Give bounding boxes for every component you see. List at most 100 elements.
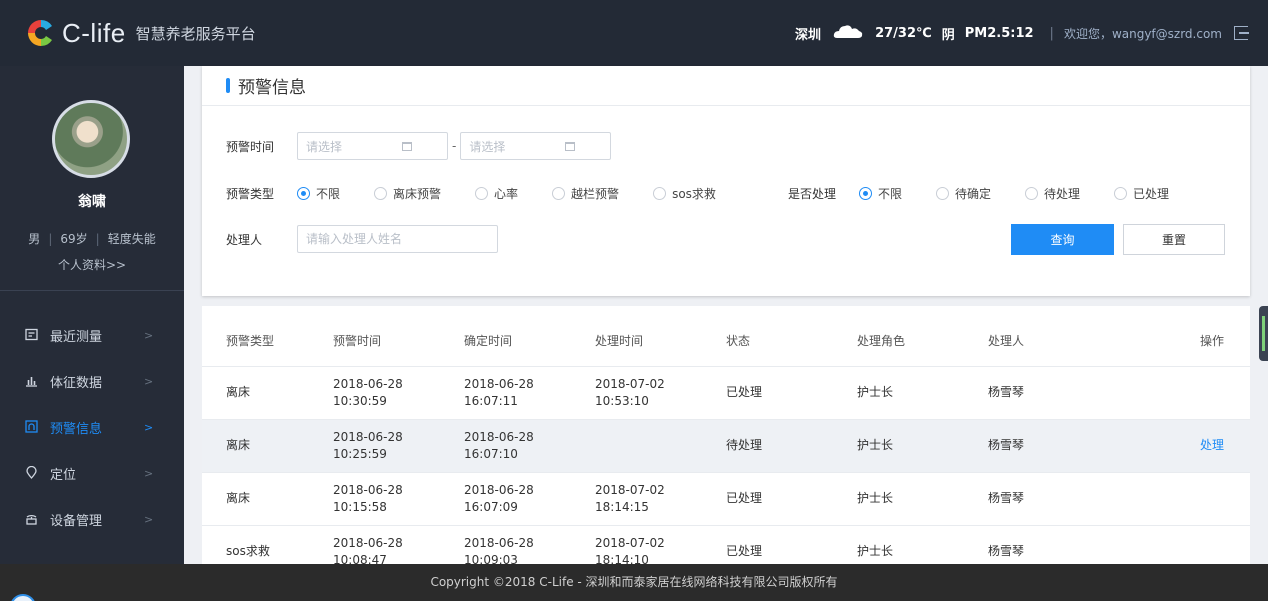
query-button[interactable]: 查询 [1011,224,1114,255]
handle-link[interactable]: 处理 [1200,438,1224,452]
cell-type: 离床 [202,472,333,526]
profile-link[interactable]: 个人资料>> [0,256,184,273]
platform-name: 智慧养老服务平台 [135,24,256,43]
handled-radio-to-confirm[interactable]: 待确定 [936,185,991,202]
handled-radio-handled[interactable]: 已处理 [1114,185,1169,202]
meta-divider: | [95,232,100,246]
cell-type: 离床 [202,366,333,420]
type-radio-rail-cross[interactable]: 越栏预警 [552,185,619,202]
monitor-icon [24,328,38,342]
alert-icon [24,420,38,434]
cell-handler: 杨雪琴 [988,525,1138,564]
location-pin-icon [24,465,38,480]
column-header: 处理角色 [857,306,988,367]
user-age: 69岁 [60,232,88,246]
handled-radio-to-handle[interactable]: 待处理 [1025,185,1080,202]
sidebar-item-device-management[interactable]: 设备管理 > [0,496,184,542]
sidebar-item-alert-info[interactable]: 预警信息 > [0,404,184,450]
date-end-placeholder: 请选择 [469,139,506,154]
handle-time: 10:53:10 [595,393,649,408]
radio-label: 不限 [316,187,341,201]
bar-chart-icon [24,374,38,388]
radio-dot [653,187,667,200]
type-radio-sos[interactable]: sos求救 [653,185,716,202]
radio-label: 待确定 [955,187,992,201]
welcome-user[interactable]: 欢迎您，wangyf@szrd.com [1064,25,1222,42]
logout-icon[interactable] [1234,26,1249,40]
logo[interactable]: C-life 智慧养老服务平台 [26,18,256,49]
logo-icon [26,18,56,48]
cell-status: 已处理 [726,472,857,526]
alert-date: 2018-06-28 [333,535,403,550]
radio-label: 不限 [878,187,903,201]
table-row[interactable]: sos求救 2018-06-28 10:08:47 2018-06-28 10:09… [202,525,1250,564]
side-panel-handle[interactable] [1259,306,1268,361]
type-radio-leave-bed[interactable]: 离床预警 [374,185,441,202]
weather-description: 阴 [941,27,955,43]
avatar[interactable] [52,100,130,178]
alert-table: 预警类型 预警时间 确定时间 处理时间 状态 处理角色 处理人 操作 离床 20… [202,306,1250,564]
user-condition: 轻度失能 [107,232,156,246]
chevron-right-icon: > [144,374,154,388]
sidebar: 翁啸 男 | 69岁 | 轻度失能 个人资料>> 最近测量 > 体征数据 > 预警信息 … [0,66,184,564]
cell-handle-time: 2018-07-02 10:53:10 [595,366,726,420]
radio-dot [475,187,489,200]
radio-dot [1114,187,1128,200]
type-radio-all[interactable]: 不限 [297,185,340,202]
handled-radio-all[interactable]: 不限 [859,185,902,202]
sidebar-item-label: 设备管理 [50,513,103,529]
date-start-input[interactable]: 请选择 [297,132,448,160]
handled-row: 是否处理 不限 待确定 待处理 已处理 [788,185,1203,202]
sidebar-item-recent-measure[interactable]: 最近测量 > [0,312,184,358]
cell-alert-time: 2018-06-28 10:25:59 [333,419,464,473]
column-header: 处理时间 [595,306,726,367]
handle-date: 2018-07-02 [595,376,665,391]
date-end-input[interactable]: 请选择 [460,132,612,160]
handler-name-input[interactable] [297,225,498,253]
column-header: 预警类型 [202,306,333,367]
user-name: 翁啸 [78,194,106,210]
reset-button[interactable]: 重置 [1123,224,1225,255]
sidebar-item-label: 预警信息 [50,421,103,437]
alert-table-panel: 预警类型 预警时间 确定时间 处理时间 状态 处理角色 处理人 操作 离床 20… [202,306,1250,564]
meta-divider: | [48,232,53,246]
alert-time-row: 预警时间 请选择 - 请选择 [226,132,612,160]
sidebar-nav: 最近测量 > 体征数据 > 预警信息 > 定位 > 设备管理 > [0,312,184,542]
cloud-icon [833,23,863,43]
header-info: 深圳 27/32℃ 阴 PM2.5:12 | 欢迎您，wangyf@szrd.c… [795,0,1249,66]
cell-confirm-time: 2018-06-28 16:07:10 [464,419,595,473]
handle-date: 2018-07-02 [595,482,665,497]
sidebar-item-vital-data[interactable]: 体征数据 > [0,358,184,404]
radio-label: 越栏预警 [571,187,620,201]
date-range-dash: - [452,139,457,153]
cell-type: sos求救 [202,525,333,564]
table-row[interactable]: 离床 2018-06-28 10:15:58 2018-06-28 16:07:09… [202,472,1250,526]
cell-confirm-time: 2018-06-28 10:09:03 [464,525,595,564]
sidebar-item-label: 最近测量 [50,329,103,345]
cell-role: 护士长 [857,525,988,564]
handle-time: 18:14:10 [595,552,649,565]
cell-alert-time: 2018-06-28 10:30:59 [333,366,464,420]
header-separator: | [1049,25,1054,41]
calendar-icon [565,142,576,151]
table-row[interactable]: 离床 2018-06-28 10:25:59 2018-06-28 16:07:10… [202,419,1250,473]
page-title-text: 预警信息 [238,78,306,98]
title-accent-bar [226,78,230,93]
chevron-right-icon: > [144,328,154,342]
alert-time: 10:08:47 [333,552,387,565]
alert-time: 10:15:58 [333,499,387,514]
table-row[interactable]: 离床 2018-06-28 10:30:59 2018-06-28 16:07:11… [202,366,1250,420]
sidebar-item-location[interactable]: 定位 > [0,450,184,496]
cell-handler: 杨雪琴 [988,366,1138,420]
type-radio-heart-rate[interactable]: 心率 [475,185,518,202]
radio-label: sos求救 [672,187,716,201]
weather-city: 深圳 [795,27,822,43]
radio-dot [1025,187,1039,200]
handle-date: 2018-07-02 [595,535,665,550]
radio-dot [297,187,310,200]
confirm-time: 10:09:03 [464,552,518,565]
cell-handle-time: 2018-07-02 18:14:10 [595,525,726,564]
cell-alert-time: 2018-06-28 10:08:47 [333,525,464,564]
alert-time-label: 预警时间 [226,139,275,154]
user-meta: 男 | 69岁 | 轻度失能 [0,230,184,247]
